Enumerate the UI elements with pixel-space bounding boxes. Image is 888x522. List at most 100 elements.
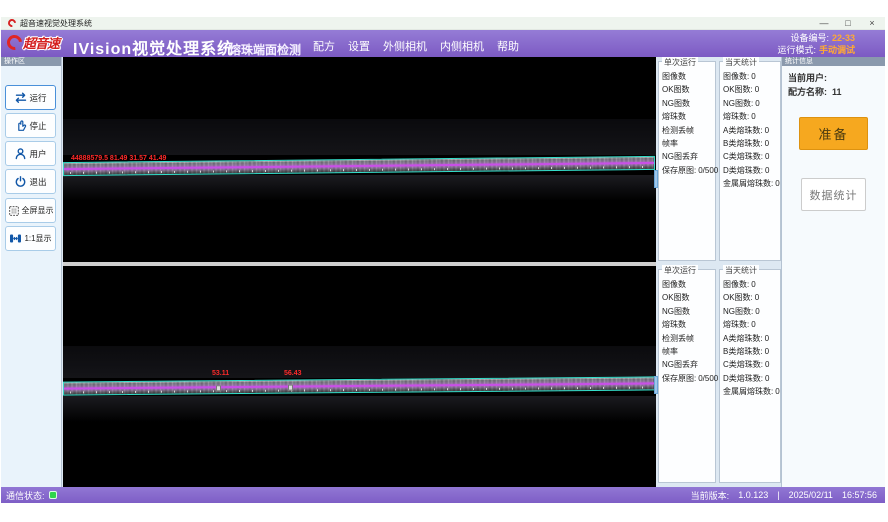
single-run-title: 单次运行 xyxy=(662,57,698,68)
measurement-annotation: 44888579.5 81.49 31.57 41.49 xyxy=(71,155,166,162)
stat-row: B类熔珠数:0 xyxy=(723,345,780,358)
stat-label: 检测丢帧 xyxy=(662,334,694,343)
camera-view-outer[interactable]: 44888579.5 81.49 31.57 41.49 xyxy=(63,57,656,262)
measurement-annotation: 53.11 xyxy=(212,370,229,377)
exit-button[interactable]: 退出 xyxy=(5,169,56,194)
stat-label: 图像数: xyxy=(723,72,749,81)
stat-label: 金属屑熔珠数: xyxy=(723,387,773,396)
menu-item[interactable]: 配方 xyxy=(313,38,335,54)
fullscreen-button-label: 全屏显示 xyxy=(22,205,54,216)
bead-detection-region xyxy=(63,376,655,395)
stat-row: 帧率 xyxy=(662,345,715,358)
stat-label: B类熔珠数: xyxy=(723,347,763,356)
stat-label: 金属屑熔珠数: xyxy=(723,179,773,188)
comm-ok-indicator xyxy=(49,491,57,499)
stat-row: C类熔珠数:0 xyxy=(723,150,780,163)
user-button-label: 用户 xyxy=(29,148,46,160)
stat-value: 0 xyxy=(765,139,769,148)
menu-item[interactable]: 帮助 xyxy=(497,38,519,54)
status-date: 2025/02/11 xyxy=(789,490,833,500)
daily-stats-groupbox: 当天统计 图像数:0OK图数:0NG图数:0熔珠数:0A类熔珠数:0B类熔珠数:… xyxy=(719,61,781,261)
stat-row: B类熔珠数:0 xyxy=(723,137,780,150)
separator: | xyxy=(777,490,779,500)
menu-item[interactable]: 外侧相机 xyxy=(383,38,427,54)
stop-hand-icon xyxy=(14,119,27,132)
stat-label: NG图数 xyxy=(662,307,690,316)
camera-view-inner[interactable]: 53.11 56.43 xyxy=(63,266,656,487)
stat-value: 0 xyxy=(755,307,759,316)
stat-value: 0 xyxy=(751,112,755,121)
comm-status: 通信状态: xyxy=(6,487,57,503)
stat-label: 帧率 xyxy=(662,347,678,356)
app-subtitle: 熔珠端面检测 xyxy=(229,41,301,58)
stat-row: D类熔珠数:0 xyxy=(723,372,780,385)
current-user-label: 当前用户: xyxy=(788,73,827,83)
stat-label: 熔珠数 xyxy=(662,112,686,121)
stat-label: OK图数 xyxy=(662,85,690,94)
stat-label: NG图丢弃 xyxy=(662,360,698,369)
stat-row: NG图丢弃 xyxy=(662,150,715,163)
stat-value: 0 xyxy=(775,179,779,188)
stat-label: 帧率 xyxy=(662,139,678,148)
prepare-button[interactable]: 准备 xyxy=(799,117,868,150)
app-logo-icon xyxy=(6,17,17,28)
bead-defect-mark xyxy=(288,385,293,391)
stat-value: 0/500 xyxy=(698,166,718,175)
stat-label: OK图数: xyxy=(723,293,753,302)
power-icon xyxy=(14,175,27,188)
menu-item[interactable]: 设置 xyxy=(348,38,370,54)
stat-value: 0 xyxy=(765,347,769,356)
recipe-value: 11 xyxy=(832,87,842,97)
minimize-button[interactable]: — xyxy=(817,17,831,30)
one-to-one-button[interactable]: 1:1显示 xyxy=(5,226,56,251)
stat-label: NG图数 xyxy=(662,99,690,108)
stat-row: A类熔珠数:0 xyxy=(723,124,780,137)
stat-label: 保存原图: xyxy=(662,374,696,383)
stat-row: D类熔珠数:0 xyxy=(723,164,780,177)
stat-row: 熔珠数:0 xyxy=(723,318,780,331)
stat-value: 0 xyxy=(751,320,755,329)
stat-value: 0 xyxy=(765,360,769,369)
stat-row: 图像数 xyxy=(662,70,715,83)
daily-stats-groupbox: 当天统计 图像数:0OK图数:0NG图数:0熔珠数:0A类熔珠数:0B类熔珠数:… xyxy=(719,269,781,483)
stat-row: 熔珠数 xyxy=(662,318,715,331)
stat-row: NG图数:0 xyxy=(723,97,780,110)
single-run-rows: 图像数OK图数NG图数熔珠数检测丢帧帧率NG图丢弃保存原图:0/500 xyxy=(659,270,715,385)
statistics-area: 单次运行 图像数OK图数NG图数熔珠数检测丢帧帧率NG图丢弃保存原图:0/500… xyxy=(658,57,781,487)
maximize-button[interactable]: □ xyxy=(841,17,855,30)
stat-label: D类熔珠数: xyxy=(723,374,763,383)
stat-value: 0 xyxy=(775,387,779,396)
stat-row: 金属屑熔珠数:0 xyxy=(723,177,780,190)
status-bar: 通信状态: 当前版本: 1.0.123 | 2025/02/11 16:57:5… xyxy=(1,487,885,503)
brand-name: 超音速 xyxy=(23,33,59,52)
stat-label: A类熔珠数: xyxy=(723,126,763,135)
stat-label: 保存原图: xyxy=(662,166,696,175)
stat-row: 检测丢帧 xyxy=(662,332,715,345)
menu-bar: 配方设置外侧相机内侧相机帮助 xyxy=(313,30,519,57)
menu-item[interactable]: 内侧相机 xyxy=(440,38,484,54)
stop-button[interactable]: 停止 xyxy=(5,113,56,138)
app-header: 超音速 IVision视觉处理系统 熔珠端面检测 配方设置外侧相机内侧相机帮助 … xyxy=(1,30,885,57)
stat-label: C类熔珠数: xyxy=(723,360,763,369)
stat-label: B类熔珠数: xyxy=(723,139,763,148)
close-button[interactable]: × xyxy=(865,17,879,30)
window-controls: — □ × xyxy=(817,17,879,30)
stat-label: 图像数: xyxy=(723,280,749,289)
run-button-label: 运行 xyxy=(29,92,46,104)
stat-value: 0 xyxy=(755,85,759,94)
stat-row: OK图数 xyxy=(662,291,715,304)
brand-swoosh-icon xyxy=(4,32,25,53)
data-statistics-button[interactable]: 数据统计 xyxy=(801,178,866,211)
one-to-one-button-label: 1:1显示 xyxy=(24,233,51,244)
recipe-label: 配方名称: xyxy=(788,87,827,97)
run-button[interactable]: 运行 xyxy=(5,85,56,110)
user-button[interactable]: 用户 xyxy=(5,141,56,166)
run-mode-line: 运行模式:手动调试 xyxy=(777,44,855,56)
single-run-title: 单次运行 xyxy=(662,265,698,276)
fullscreen-button[interactable]: 全屏显示 xyxy=(5,198,56,223)
info-panel: 统计信息 当前用户: 配方名称:11 准备 数据统计 xyxy=(781,57,885,487)
version-label: 当前版本: xyxy=(691,489,730,502)
stat-row: 图像数:0 xyxy=(723,70,780,83)
device-number-value: 22-33 xyxy=(832,33,855,43)
version-value: 1.0.123 xyxy=(738,490,768,500)
